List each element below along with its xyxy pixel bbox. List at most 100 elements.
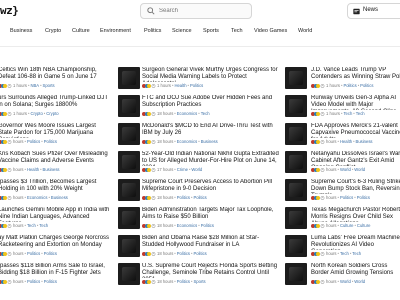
article-item[interactable]: Texas Megachurch Pastor Robert Morris Re… [285,207,400,231]
article-thumbnail[interactable] [118,95,140,117]
article-item[interactable]: rpasses $3 Trillion, Becomes Largest Hol… [0,179,110,203]
article-item[interactable]: Surgeon General Vivek Murthy Urges Congr… [118,67,280,91]
article-category-link[interactable]: World [354,167,365,172]
article-title-link[interactable]: rpasses $3 Trillion, Becomes Largest Hol… [0,179,110,193]
article-category-link[interactable]: Tech [352,251,361,256]
article-topic-link[interactable]: Politics [27,139,40,144]
article-item[interactable]: urs Surrounds Alleged Trump-Linked DJT i… [0,95,110,119]
article-category-link[interactable]: World [191,167,202,172]
article-topic-link[interactable]: Politics [27,251,40,256]
article-topic-link[interactable]: Health [174,83,186,88]
article-topic-link[interactable]: Tech [343,111,352,116]
article-item[interactable]: North Korean Soldiers Cross Border Amid … [285,263,400,287]
article-topic-link[interactable]: Economics [177,111,197,116]
article-title-link[interactable]: Supreme Court's 6-3 Ruling Strikes Down … [311,179,400,194]
article-title-link[interactable]: rpasses $118 Billion Arms Sale to Israel… [0,263,110,277]
article-category-link[interactable]: Business [43,167,60,172]
article-title-link[interactable]: Surgeon General Vivek Murthy Urges Congr… [142,67,280,82]
article-title-link[interactable]: Netanyahu Dissolves Israel's War Cabinet… [311,151,400,166]
article-topic-link[interactable]: Politics [177,251,190,256]
nav-item-culture[interactable]: Culture [72,28,90,34]
article-topic-link[interactable]: Tech [27,223,36,228]
site-logo[interactable]: wz} [0,4,19,17]
article-title-link[interactable]: Kris Kobach Sues Pfizer Over Misleading … [0,151,110,165]
article-thumbnail[interactable] [285,151,307,173]
article-item[interactable]: Launches Gemini Mobile App in India with… [0,207,110,231]
article-category-link[interactable]: Politics [194,251,207,256]
article-item[interactable]: rpasses $118 Billion Arms Sale to Israel… [0,263,110,287]
news-button[interactable]: News [347,3,400,19]
article-topic-link[interactable]: Politics [177,195,190,200]
nav-item-crypto[interactable]: Crypto [45,28,61,34]
article-topic-link[interactable]: Politics [177,279,190,284]
article-category-link[interactable]: World [354,279,365,284]
article-item[interactable]: Supreme Court's 6-3 Ruling Strikes Down … [285,179,400,203]
article-title-link[interactable]: Launches Gemini Mobile App in India with… [0,207,110,222]
article-title-link[interactable]: Runway Unveils Gen-3 Alpha AI Video Mode… [311,95,400,110]
article-category-link[interactable]: Politics [360,83,373,88]
article-item[interactable]: FDA Approves Merck's 21-valent Capvaxive… [285,123,400,147]
article-thumbnail[interactable] [285,67,307,89]
nav-item-sports[interactable]: Sports [203,28,219,34]
article-topic-link[interactable]: Economics [177,223,197,228]
article-topic-link[interactable]: Health [340,139,352,144]
article-category-link[interactable]: Business [356,139,373,144]
article-title-link[interactable]: Texas Megachurch Pastor Robert Morris Re… [311,207,400,222]
nav-item-world[interactable]: World [298,28,312,34]
article-title-link[interactable]: Luma Labs' Free Dream Machine Revolution… [311,235,400,250]
article-topic-link[interactable]: World [340,279,351,284]
article-item[interactable]: Biden and Obama Raise $28 Million at Sta… [118,235,280,259]
nav-item-tech[interactable]: Tech [231,28,243,34]
article-category-link[interactable]: Tech [356,111,365,116]
article-item[interactable]: Celtics Win 18th NBA Championship, Defea… [0,67,110,91]
article-thumbnail[interactable] [118,263,140,285]
article-item[interactable]: 52-Year-Old Indian National Nikhil Gupta… [118,151,280,175]
article-thumbnail[interactable] [118,235,140,257]
article-category-link[interactable]: Sports [43,83,55,88]
article-category-link[interactable]: Politics [201,223,214,228]
article-topic-link[interactable]: Culture [340,223,354,228]
article-topic-link[interactable]: Economics [177,139,197,144]
article-category-link[interactable]: Politics [44,279,57,284]
search-input[interactable] [159,5,249,17]
article-topic-link[interactable]: Crypto [30,111,42,116]
article-category-link[interactable]: Politics [44,251,57,256]
article-topic-link[interactable]: Health [27,167,39,172]
article-title-link[interactable]: Governor Wes Moore Issues Largest State … [0,123,110,138]
article-item[interactable]: McDonald's $MCD to End AI Drive-Thru Tes… [118,123,280,147]
article-item[interactable]: U.S. Supreme Court Rejects Florida Sport… [118,263,280,287]
article-title-link[interactable]: McDonald's $MCD to End AI Drive-Thru Tes… [142,123,280,137]
article-category-link[interactable]: Politics [194,195,207,200]
article-category-link[interactable]: Tech [201,111,210,116]
article-thumbnail[interactable] [118,207,140,229]
article-thumbnail[interactable] [285,123,307,145]
article-category-link[interactable]: Business [201,139,218,144]
nav-item-environment[interactable]: Environment [100,28,131,34]
article-topic-link[interactable]: Politics [340,195,353,200]
article-item[interactable]: J.D. Vance Leads Trump VP Contenders as … [285,67,400,91]
article-topic-link[interactable]: NBA [30,83,39,88]
article-title-link[interactable]: urs Surrounds Alleged Trump-Linked DJT i… [0,95,110,109]
nav-item-video-games[interactable]: Video Games [254,28,287,34]
article-thumbnail[interactable] [118,179,140,201]
article-title-link[interactable]: 52-Year-Old Indian National Nikhil Gupta… [142,151,280,166]
article-thumbnail[interactable] [285,207,307,229]
article-thumbnail[interactable] [285,235,307,257]
article-item[interactable]: Runway Unveils Gen-3 Alpha AI Video Mode… [285,95,400,119]
article-thumbnail[interactable] [285,95,307,117]
article-category-link[interactable]: Politics [44,139,57,144]
article-title-link[interactable]: ay Matt Platkin Charges George Norcross … [0,235,110,249]
article-title-link[interactable]: Supreme Court Preserves Access to Aborti… [142,179,280,193]
article-title-link[interactable]: FTC and DOJ Sue Adobe Over Hidden Fees a… [142,95,280,109]
article-thumbnail[interactable] [285,179,307,201]
article-item[interactable]: FTC and DOJ Sue Adobe Over Hidden Fees a… [118,95,280,119]
article-thumbnail[interactable] [285,263,307,285]
article-thumbnail[interactable] [118,123,140,145]
nav-item-science[interactable]: Science [172,28,192,34]
article-title-link[interactable]: Celtics Win 18th NBA Championship, Defea… [0,67,110,81]
article-category-link[interactable]: Politics [190,83,203,88]
article-title-link[interactable]: U.S. Supreme Court Rejects Florida Sport… [142,263,280,278]
article-category-link[interactable]: Culture [357,223,371,228]
article-title-link[interactable]: FDA Approves Merck's 21-valent Capvaxive… [311,123,400,138]
article-title-link[interactable]: North Korean Soldiers Cross Border Amid … [311,263,400,277]
